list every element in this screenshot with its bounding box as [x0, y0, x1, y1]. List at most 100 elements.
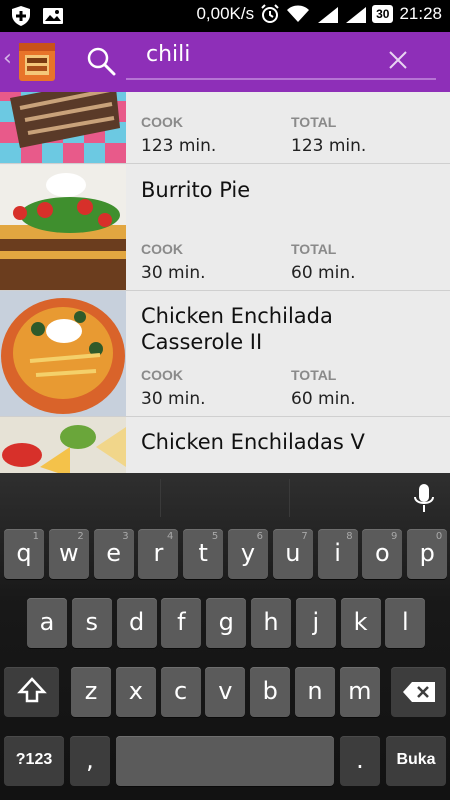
key-label: w: [58, 539, 79, 567]
recipe-thumbnail: [0, 165, 126, 290]
cook-label: COOK: [141, 367, 183, 383]
list-item[interactable]: Burrito Pie COOK 30 min. TOTAL 60 min.: [0, 165, 450, 291]
suggestion-divider: [160, 479, 161, 517]
key-hint: 6: [256, 531, 263, 542]
recipe-title: Chicken Enchilada Casserole II: [141, 304, 333, 354]
recipe-list[interactable]: COOK 123 min. TOTAL 123 min. Burrito Pie…: [0, 92, 450, 473]
recipe-book-icon[interactable]: [17, 41, 57, 83]
cook-time: 123 min.: [141, 136, 217, 156]
key-r[interactable]: r4: [138, 529, 179, 579]
shift-key[interactable]: [4, 667, 59, 717]
recipe-title: Chicken Enchiladas V: [141, 430, 365, 454]
list-item[interactable]: Chicken Enchiladas V: [0, 417, 450, 473]
cook-label: COOK: [141, 241, 183, 257]
shift-icon: [16, 677, 47, 703]
alarm-icon: [261, 4, 279, 23]
key-hint: 7: [301, 531, 308, 542]
key-u[interactable]: u7: [272, 529, 313, 579]
recipe-thumbnail: [0, 417, 126, 473]
key-y[interactable]: y6: [228, 529, 268, 579]
total-time: 60 min.: [291, 263, 356, 283]
key-f[interactable]: f: [161, 598, 202, 648]
key-label: y: [240, 539, 256, 567]
search-icon[interactable]: [86, 46, 116, 76]
search-input[interactable]: chili: [126, 40, 436, 80]
key-w[interactable]: w2: [48, 529, 89, 579]
space-key[interactable]: [116, 736, 334, 786]
soft-keyboard: q1w2e3r4t5y6u7i8o9p0 asdfghjkl zxcvbnm ?…: [0, 473, 450, 800]
key-label: e: [106, 539, 121, 567]
key-hint: 2: [77, 531, 84, 542]
key-d[interactable]: d: [116, 598, 157, 648]
microphone-icon[interactable]: [412, 483, 436, 515]
total-label: TOTAL: [291, 367, 337, 383]
list-item[interactable]: COOK 123 min. TOTAL 123 min.: [0, 92, 450, 164]
close-icon[interactable]: [388, 50, 408, 70]
backspace-icon: [402, 682, 435, 702]
key-e[interactable]: e3: [93, 529, 134, 579]
net-speed: 0,00K/s: [196, 4, 255, 23]
period-key[interactable]: .: [340, 736, 380, 786]
recipe-thumbnail: [0, 92, 126, 163]
key-a[interactable]: a: [27, 598, 67, 648]
backspace-key[interactable]: [391, 667, 446, 717]
comma-key[interactable]: ,: [70, 736, 110, 786]
key-label: u: [285, 539, 301, 567]
image-notification-icon: [43, 8, 63, 24]
cook-time: 30 min.: [141, 263, 206, 283]
key-o[interactable]: o9: [362, 529, 403, 579]
key-hint: 4: [167, 531, 174, 542]
key-label: p: [419, 539, 435, 567]
key-m[interactable]: m: [339, 667, 380, 717]
shield-plus-icon: [12, 6, 30, 26]
recipe-thumbnail: [0, 291, 126, 416]
key-label: o: [375, 539, 390, 567]
key-g[interactable]: g: [206, 598, 247, 648]
key-label: r: [153, 539, 164, 567]
cook-label: COOK: [141, 114, 183, 130]
key-n[interactable]: n: [295, 667, 335, 717]
key-hint: 5: [211, 531, 219, 542]
status-bar: 0,00K/s 30 21:28: [0, 0, 450, 32]
cook-time: 30 min.: [141, 389, 206, 409]
key-j[interactable]: j: [295, 598, 336, 648]
key-label: q: [16, 539, 32, 567]
key-hint: 3: [122, 531, 129, 542]
key-i[interactable]: i8: [317, 529, 358, 579]
action-bar: ‹ chili: [0, 32, 450, 92]
suggestion-divider: [289, 479, 290, 517]
key-h[interactable]: h: [251, 598, 291, 648]
key-hint: 8: [346, 531, 353, 542]
key-label: t: [198, 539, 208, 567]
suggestion-strip: [0, 473, 450, 523]
back-chevron-icon[interactable]: ‹: [3, 46, 12, 71]
key-b[interactable]: b: [250, 667, 291, 717]
signal-icon: [318, 7, 339, 23]
symbols-key[interactable]: ?123: [4, 736, 64, 786]
total-time: 60 min.: [291, 389, 356, 409]
key-hint: 0: [435, 531, 443, 542]
enter-key[interactable]: Buka: [386, 736, 446, 786]
key-v[interactable]: v: [205, 667, 246, 717]
key-p[interactable]: p0: [407, 529, 448, 579]
key-z[interactable]: z: [71, 667, 111, 717]
signal-icon-2: [346, 7, 367, 23]
total-label: TOTAL: [291, 241, 337, 257]
key-s[interactable]: s: [71, 598, 112, 648]
clock: 21:28: [399, 4, 442, 23]
total-time: 123 min.: [291, 136, 367, 156]
key-c[interactable]: c: [160, 667, 201, 717]
wifi-icon: [287, 5, 310, 22]
recipe-title: Burrito Pie: [141, 178, 251, 202]
key-l[interactable]: l: [385, 598, 426, 648]
key-k[interactable]: k: [340, 598, 381, 648]
key-hint: 1: [32, 531, 39, 542]
key-hint: 9: [391, 531, 398, 542]
list-item[interactable]: Chicken Enchilada Casserole II COOK 30 m…: [0, 291, 450, 417]
battery-indicator: 30: [372, 5, 394, 23]
key-x[interactable]: x: [115, 667, 156, 717]
key-t[interactable]: t5: [183, 529, 224, 579]
total-label: TOTAL: [291, 114, 337, 130]
key-label: i: [334, 539, 341, 567]
key-q[interactable]: q1: [4, 529, 44, 579]
